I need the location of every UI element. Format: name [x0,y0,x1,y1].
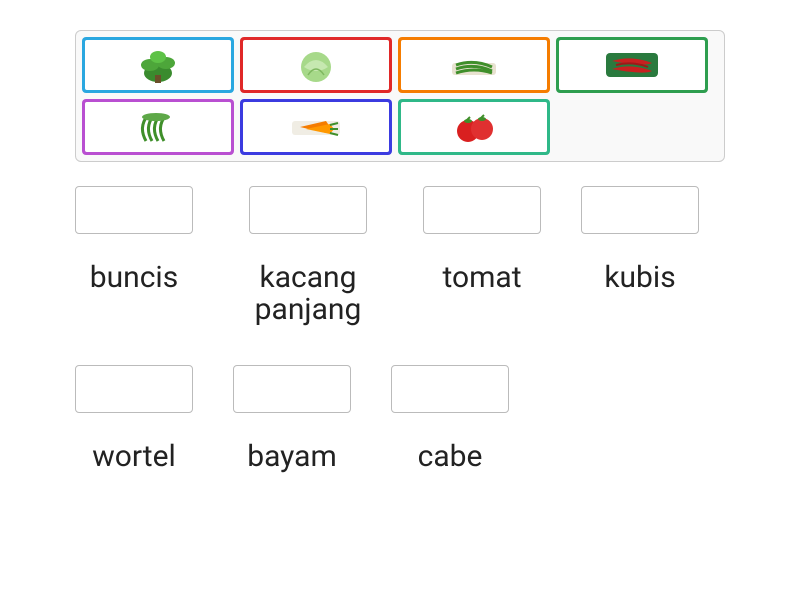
draggable-tile-tomat[interactable] [398,99,550,155]
draggable-tile-bayam[interactable] [82,37,234,93]
target-tomat: tomat [423,186,541,325]
target-label: wortel [92,441,176,473]
drop-targets-grid: buncis kacang panjang tomat kubis wortel baya… [75,186,725,473]
target-label: cabe [418,441,483,473]
target-bayam: bayam [233,365,351,473]
draggable-tile-buncis[interactable] [398,37,550,93]
cabbage-icon [243,40,389,90]
draggable-tile-kubis[interactable] [240,37,392,93]
carrot-icon [243,102,389,152]
target-buncis: buncis [75,186,193,325]
chili-icon [559,40,705,90]
drop-slot-kacang-panjang[interactable] [249,186,367,234]
drop-slot-bayam[interactable] [233,365,351,413]
drop-slot-cabe[interactable] [391,365,509,413]
drop-slot-tomat[interactable] [423,186,541,234]
tomato-icon [401,102,547,152]
drop-slot-kubis[interactable] [581,186,699,234]
drop-slot-wortel[interactable] [75,365,193,413]
target-kubis: kubis [581,186,699,325]
draggable-tile-kacang-panjang[interactable] [82,99,234,155]
green-beans-icon [401,40,547,90]
target-label: kubis [604,262,675,294]
source-tile-tray [75,30,725,162]
long-beans-icon [85,102,231,152]
drop-slot-buncis[interactable] [75,186,193,234]
draggable-tile-cabe[interactable] [556,37,708,93]
draggable-tile-wortel[interactable] [240,99,392,155]
target-wortel: wortel [75,365,193,473]
target-cabe: cabe [391,365,509,473]
target-label: bayam [247,441,337,473]
target-label: buncis [90,262,178,294]
target-label: tomat [442,262,521,294]
spinach-icon [85,40,231,90]
target-kacang-panjang: kacang panjang [233,186,383,325]
target-label: kacang panjang [255,262,362,325]
